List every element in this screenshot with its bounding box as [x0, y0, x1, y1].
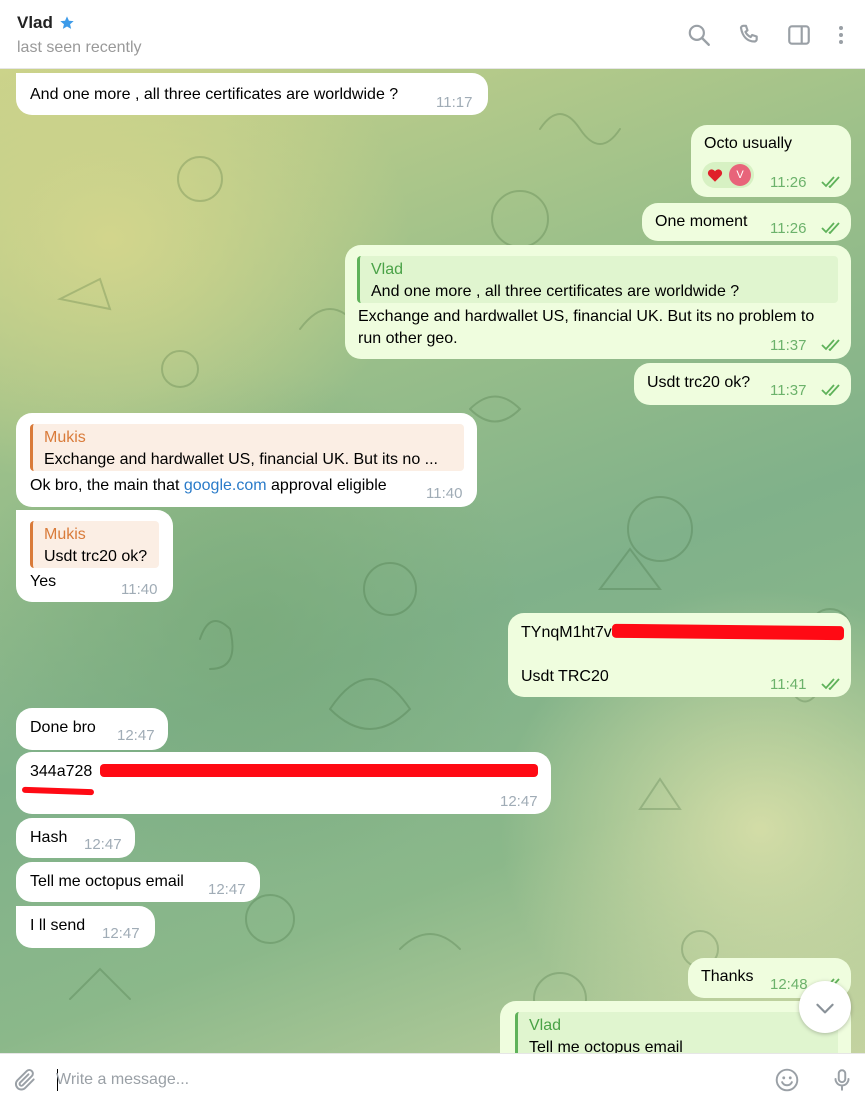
message-time: 12:47	[208, 881, 246, 898]
message-text: I ll send	[30, 917, 86, 934]
message-composer	[0, 1053, 865, 1104]
message-time: 12:47	[500, 793, 538, 810]
message-time: 12:47	[117, 727, 155, 744]
message-time: 11:40	[121, 581, 158, 598]
reply-preview[interactable]: Mukis Usdt trc20 ok?	[30, 521, 159, 568]
message-outgoing[interactable]: TYnqM1ht7v Usdt TRC20 11:41	[508, 613, 851, 697]
microphone-icon[interactable]	[829, 1067, 855, 1093]
message-incoming[interactable]: I ll send 12:47	[16, 906, 155, 948]
message-text: Tell me octopus email	[30, 873, 184, 890]
message-time: 11:41	[770, 676, 807, 693]
message-time: 12:47	[84, 836, 122, 853]
message-text-before: Ok bro, the main that	[30, 477, 184, 494]
message-time: 11:17	[436, 94, 473, 111]
message-input[interactable]	[56, 1066, 746, 1094]
message-incoming[interactable]: Tell me octopus email 12:47	[16, 862, 260, 902]
sidebar-toggle-icon[interactable]	[786, 22, 812, 48]
redaction-mark	[611, 623, 845, 641]
message-text-line2: Usdt TRC20	[521, 668, 609, 685]
message-time: 11:37	[770, 337, 807, 354]
message-incoming[interactable]: 344a728 12:47	[16, 752, 551, 814]
message-incoming[interactable]: And one more , all three certificates ar…	[16, 73, 488, 115]
contact-name-row[interactable]: Vlad	[17, 13, 75, 33]
message-text-after: approval eligible	[266, 477, 387, 494]
message-text: Usdt trc20 ok?	[647, 374, 751, 391]
reply-author: Vlad	[529, 1017, 562, 1034]
double-check-icon	[821, 339, 840, 351]
message-incoming[interactable]: Mukis Exchange and hardwallet US, financ…	[16, 413, 477, 507]
redaction-mark	[21, 786, 95, 796]
emoji-icon[interactable]	[774, 1067, 800, 1093]
reply-text: Tell me octopus email	[529, 1039, 683, 1053]
reply-preview[interactable]: Vlad And one more , all three certificat…	[357, 256, 838, 303]
message-text: Ok bro, the main that google.com approva…	[30, 475, 387, 497]
message-outgoing[interactable]: Usdt trc20 ok? 11:37	[634, 363, 851, 405]
message-text: Thanks	[701, 968, 754, 985]
double-check-icon	[821, 384, 840, 396]
double-check-icon	[821, 176, 840, 188]
message-text: Octo usually	[704, 135, 793, 152]
phone-icon[interactable]	[736, 22, 762, 48]
message-text: Yes	[30, 573, 57, 590]
more-vertical-icon[interactable]	[829, 22, 853, 48]
contact-name[interactable]: Vlad	[17, 13, 53, 33]
message-incoming[interactable]: Done bro 12:47	[16, 708, 168, 750]
reply-text: Usdt trc20 ok?	[44, 548, 148, 565]
reply-preview[interactable]: Vlad Tell me octopus email	[515, 1012, 838, 1053]
message-incoming[interactable]: Hash 12:47	[16, 818, 135, 858]
contact-status: last seen recently	[17, 39, 142, 56]
reaction-badge[interactable]: V	[702, 162, 754, 188]
scroll-down-button[interactable]	[799, 981, 851, 1033]
chat-history[interactable]: And one more , all three certificates ar…	[0, 69, 865, 1053]
reactor-avatar: V	[729, 164, 751, 186]
message-link[interactable]: google.com	[184, 477, 267, 494]
message-text-line2: run other geo.	[358, 330, 458, 347]
message-text: Hash	[30, 829, 68, 846]
message-time: 11:37	[770, 382, 807, 399]
double-check-icon	[821, 222, 840, 234]
double-check-icon	[821, 678, 840, 690]
message-text: Done bro	[30, 719, 96, 736]
reply-preview[interactable]: Mukis Exchange and hardwallet US, financ…	[30, 424, 464, 471]
message-text: And one more , all three certificates ar…	[30, 86, 399, 103]
reply-author: Mukis	[44, 526, 86, 543]
star-icon	[60, 16, 74, 29]
message-time: 12:47	[102, 925, 140, 942]
reply-author: Vlad	[371, 261, 404, 278]
message-text-line1: TYnqM1ht7v	[521, 624, 612, 641]
message-incoming[interactable]: Mukis Usdt trc20 ok? Yes 11:40	[16, 510, 173, 602]
message-time: 11:26	[770, 220, 807, 237]
search-icon[interactable]	[686, 22, 712, 48]
message-time: 11:26	[770, 174, 807, 191]
message-time: 11:40	[426, 485, 463, 502]
message-outgoing[interactable]: Octo usually V 11:26	[691, 125, 851, 197]
heart-icon	[707, 169, 723, 182]
message-outgoing[interactable]: One moment 11:26	[642, 203, 851, 241]
message-text: One moment	[655, 213, 748, 230]
message-text-line1: Exchange and hardwallet US, financial UK…	[358, 308, 815, 325]
chevron-down-icon	[816, 1003, 834, 1014]
reply-text: And one more , all three certificates ar…	[371, 283, 740, 300]
attach-icon[interactable]	[12, 1067, 38, 1093]
message-outgoing[interactable]: Vlad And one more , all three certificat…	[345, 245, 851, 359]
redaction-mark	[100, 764, 538, 777]
reply-author: Mukis	[44, 429, 86, 446]
message-text: 344a728	[30, 763, 93, 780]
reply-text: Exchange and hardwallet US, financial UK…	[44, 451, 438, 468]
chat-header: Vlad last seen recently	[0, 0, 865, 69]
